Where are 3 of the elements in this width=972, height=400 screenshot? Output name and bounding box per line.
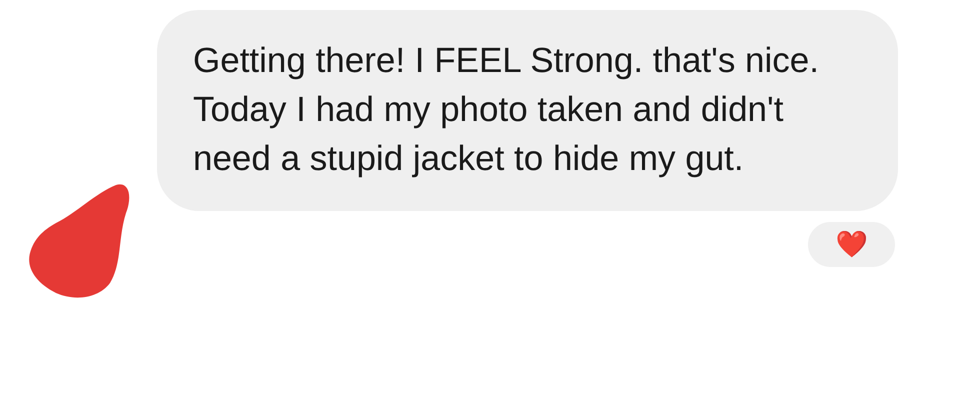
reaction-badge[interactable]: ❤: [805, 219, 898, 270]
heart-reaction: ❤: [836, 230, 868, 260]
message-text: Getting there! I FEEL Strong. that's nice. Today I had my photo taken and didn't need a stupid jacket to hide my gut.: [193, 40, 820, 180]
